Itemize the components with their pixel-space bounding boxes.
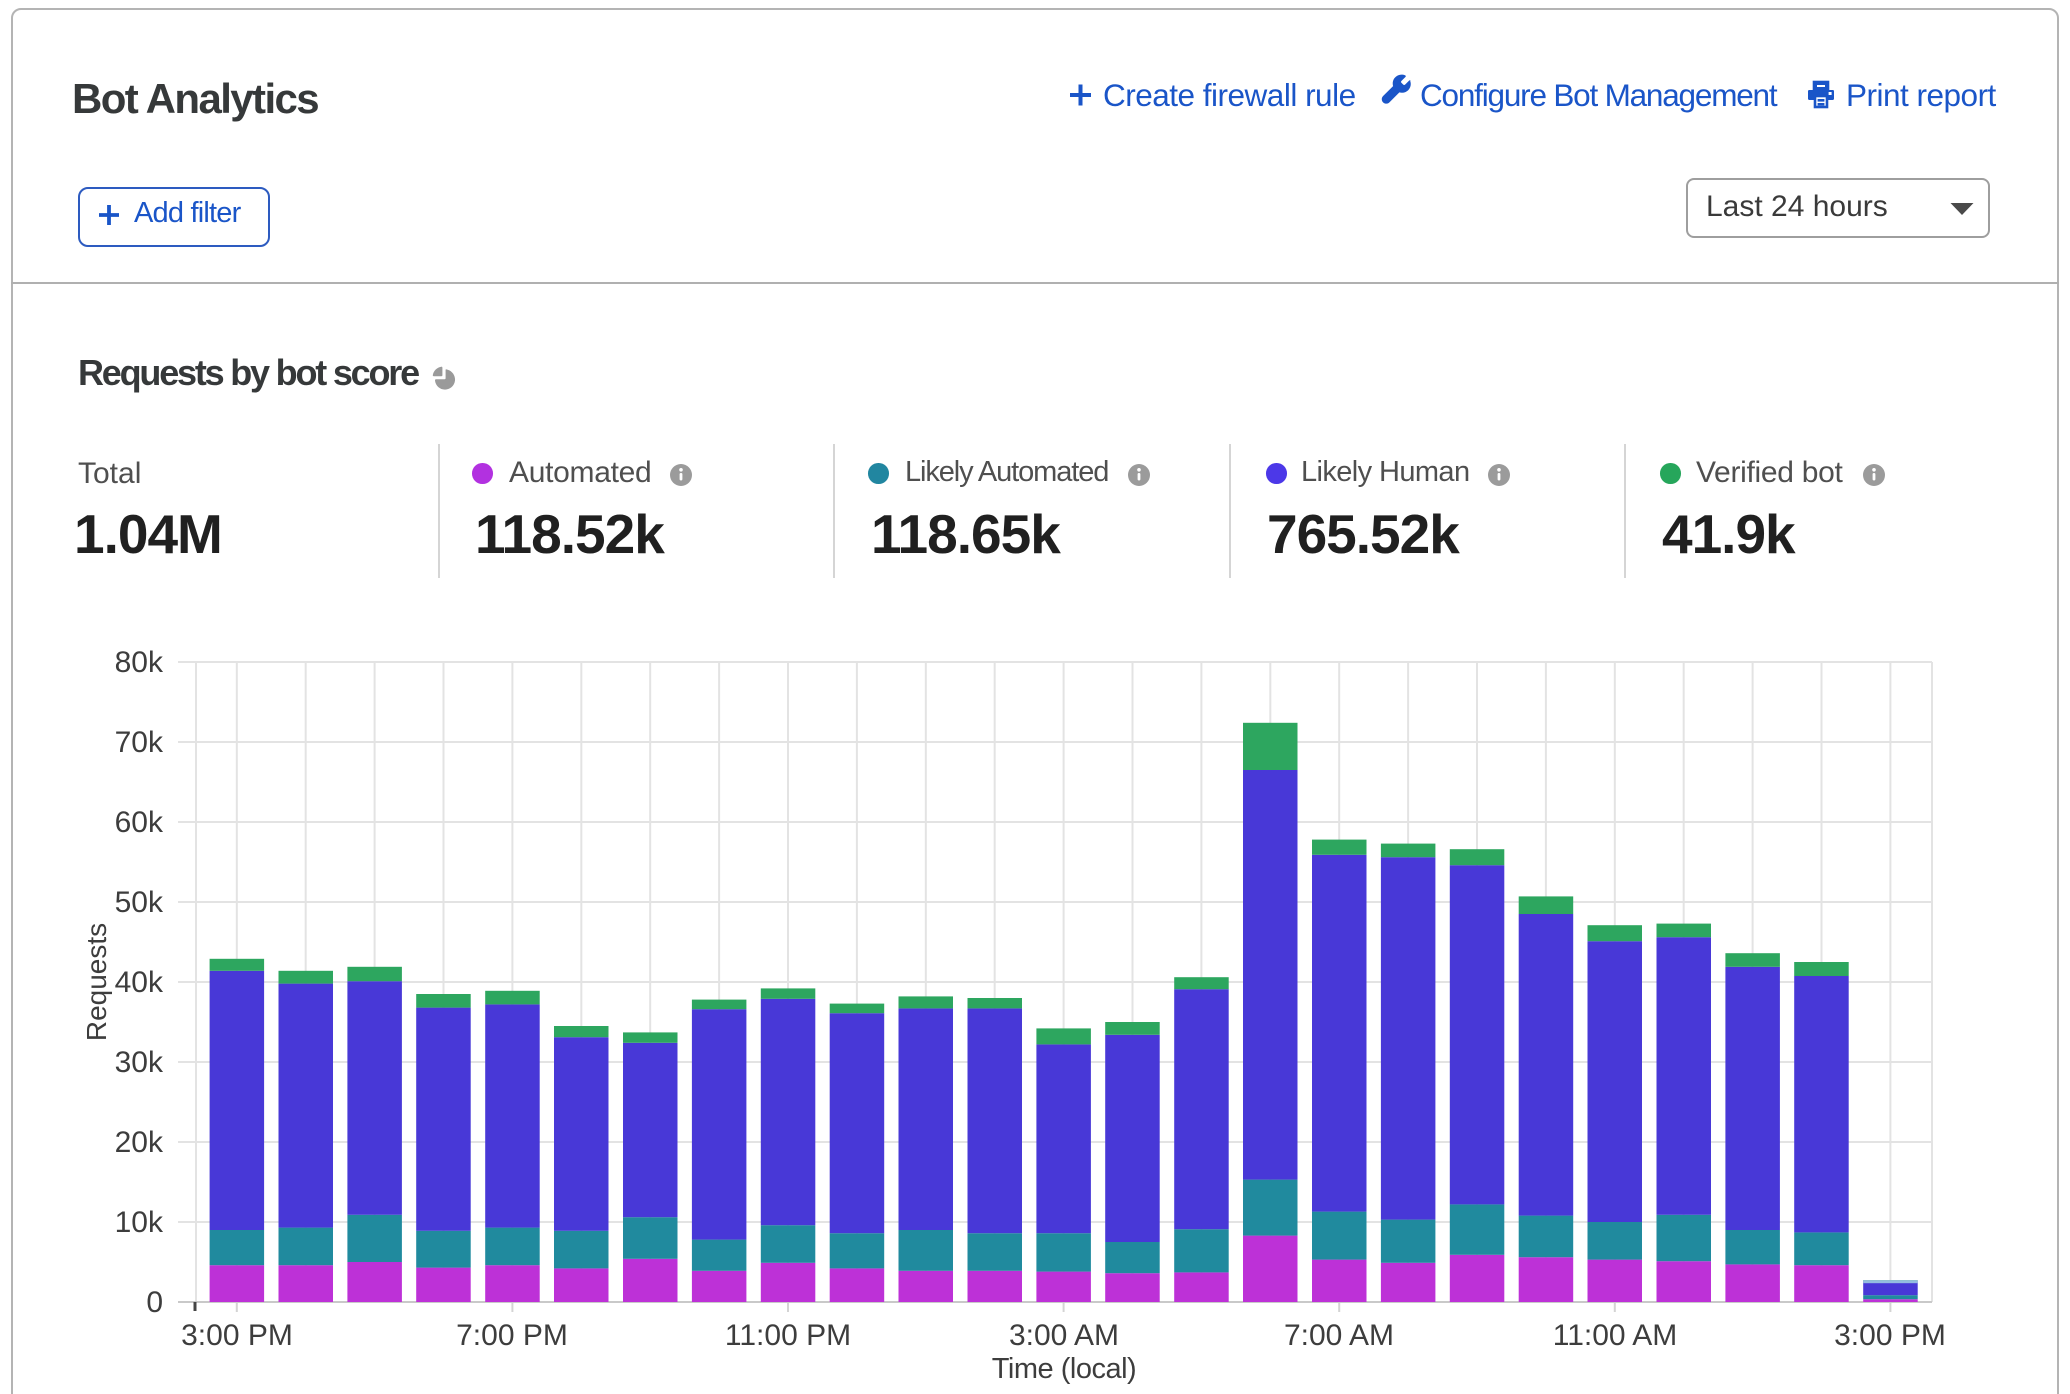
svg-text:0: 0 — [146, 1286, 163, 1319]
svg-text:50k: 50k — [115, 886, 164, 919]
svg-text:7:00 PM: 7:00 PM — [456, 1319, 568, 1352]
svg-text:11:00 PM: 11:00 PM — [725, 1319, 851, 1352]
svg-text:30k: 30k — [115, 1046, 164, 1079]
svg-text:Time (local): Time (local) — [992, 1353, 1136, 1385]
svg-text:80k: 80k — [115, 646, 164, 679]
svg-text:60k: 60k — [115, 806, 164, 839]
svg-text:10k: 10k — [115, 1206, 164, 1239]
svg-text:70k: 70k — [115, 726, 164, 759]
svg-text:Requests: Requests — [81, 923, 112, 1041]
svg-text:3:00 PM: 3:00 PM — [1834, 1319, 1946, 1352]
svg-text:3:00 PM: 3:00 PM — [181, 1319, 293, 1352]
svg-text:7:00 AM: 7:00 AM — [1284, 1319, 1394, 1352]
svg-text:20k: 20k — [115, 1126, 164, 1159]
svg-text:11:00 AM: 11:00 AM — [1553, 1319, 1678, 1352]
svg-text:40k: 40k — [115, 966, 164, 999]
svg-text:3:00 AM: 3:00 AM — [1009, 1319, 1119, 1352]
